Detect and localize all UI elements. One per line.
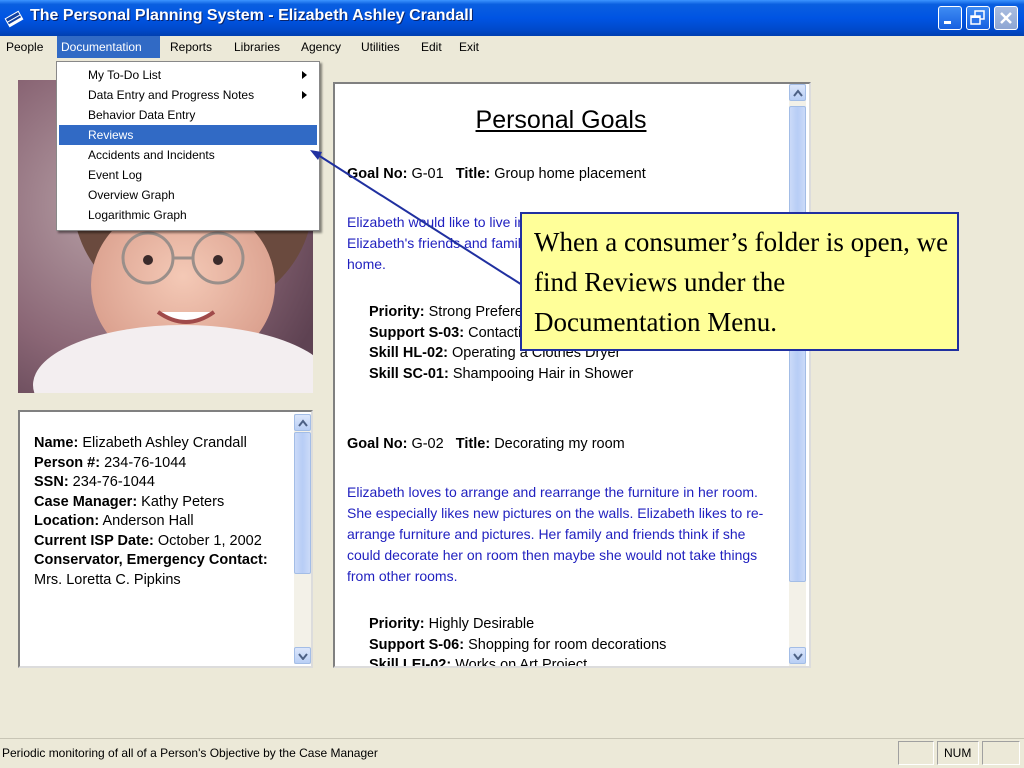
menu-item-reviews[interactable]: Reviews [59,125,317,145]
scroll-up-button[interactable] [294,414,311,431]
menu-exit[interactable]: Exit [455,36,483,58]
menu-item-label: My To-Do List [88,68,162,82]
goal-1-number: G-01 [411,166,444,182]
menu-item-logarithmic-graph[interactable]: Logarithmic Graph [59,205,317,225]
goal-2-support-label: Support S-06: [369,636,465,653]
goal-1-skill-1-label: Skill HL-02: [369,345,448,361]
callout-text: When a consumer’s folder is open, we fin… [534,227,949,337]
isp-date-label: Current ISP Date: [34,532,154,549]
goals-heading: Personal Goals [475,106,647,134]
goal-1-support-label: Support S-03: [369,324,465,341]
submenu-arrow-icon [302,71,307,79]
menu-item-my-todo-list[interactable]: My To-Do List [59,65,317,85]
menu-item-label: Event Log [88,168,143,182]
scroll-up-button[interactable] [789,84,806,101]
conservator-value: Mrs. Loretta C. Pipkins [34,571,181,588]
priority-label: Priority: [369,616,425,632]
menu-item-label: Behavior Data Entry [88,108,196,122]
arrow-down-icon [298,653,308,660]
menu-item-behavior-data-entry[interactable]: Behavior Data Entry [59,105,317,125]
restore-button[interactable] [966,6,990,30]
menu-item-label: Accidents and Incidents [88,148,215,162]
menu-item-data-entry[interactable]: Data Entry and Progress Notes [59,85,317,105]
menu-documentation[interactable]: Documentation [57,36,160,58]
conservator-label: Conservator, Emergency Contact: [34,552,268,568]
arrow-down-icon [793,653,803,660]
arrow-up-icon [793,89,803,97]
scroll-thumb[interactable] [294,432,311,574]
menu-libraries[interactable]: Libraries [230,36,284,58]
goal-2-title: Decorating my room [494,436,625,452]
goal-2-description: Elizabeth loves to arrange and rearrange… [347,484,764,584]
menu-item-event-log[interactable]: Event Log [59,165,317,185]
menu-item-label: Reviews [88,128,134,142]
menu-item-label: Data Entry and Progress Notes [88,88,255,102]
status-cell-num: NUM [937,741,979,765]
menu-item-accidents[interactable]: Accidents and Incidents [59,145,317,165]
person-info-panel: Name: Elizabeth Ashley Crandall Person #… [18,410,313,668]
menu-edit[interactable]: Edit [417,36,446,58]
status-cell-scroll [982,741,1020,765]
isp-date-value: October 1, 2002 [153,532,262,549]
title-label: Title: [455,166,491,182]
name-label: Name: [34,435,79,451]
person-info-text: Name: Elizabeth Ashley Crandall Person #… [34,434,274,590]
scroll-down-button[interactable] [789,647,806,664]
goals-heading-wrap: Personal Goals [335,106,787,135]
annotation-callout: When a consumer’s folder is open, we fin… [520,212,959,351]
goal-2-skill-1-label: Skill LEI-02: [369,657,452,668]
menu-people[interactable]: People [2,36,47,58]
goal-1-skill-2: Shampooing Hair in Shower [452,365,634,382]
minimize-button[interactable] [938,6,962,30]
window-title: The Personal Planning System - Elizabeth… [30,7,474,24]
status-text: Periodic monitoring of all of a Person's… [2,746,378,760]
title-bar[interactable]: The Personal Planning System - Elizabeth… [0,0,1024,36]
status-cell-caps [898,741,934,765]
close-icon [1000,12,1012,24]
minimize-icon [944,21,951,24]
person-number-label: Person #: [34,454,101,471]
case-manager-value: Kathy Peters [137,493,225,510]
menu-agency[interactable]: Agency [297,36,345,58]
goal-2-priority: Highly Desirable [428,616,535,632]
priority-label: Priority: [369,304,425,320]
menu-bar: People Documentation Reports Libraries A… [0,36,1024,58]
ssn-label: SSN: [34,474,69,490]
app-icon [4,10,24,28]
arrow-up-icon [298,419,308,427]
title-label: Title: [455,436,491,452]
personal-goals-panel: Personal Goals Goal No: G-01 Title: Grou… [333,82,811,668]
goal-no-label: Goal No: [347,436,408,452]
menu-utilities[interactable]: Utilities [357,36,404,58]
goal-2-number: G-02 [411,436,444,452]
status-bar: Periodic monitoring of all of a Person's… [0,738,1024,768]
submenu-arrow-icon [302,91,307,99]
goals-scrollbar[interactable] [789,84,806,666]
info-scrollbar[interactable] [294,414,311,664]
goal-no-label: Goal No: [347,166,408,182]
restore-icon [970,10,985,25]
close-button[interactable] [994,6,1018,30]
goal-2-details: Priority: Highly Desirable Support S-06:… [369,614,667,668]
ssn-value: 234-76-1044 [68,474,155,490]
goal-1-skill-2-label: Skill SC-01: [369,365,449,382]
goal-2-skill-1: Works on Art Project [455,657,588,668]
menu-item-label: Overview Graph [88,188,175,202]
scroll-down-button[interactable] [294,647,311,664]
person-number-value: 234-76-1044 [100,454,187,471]
location-value: Anderson Hall [99,513,194,529]
menu-item-overview-graph[interactable]: Overview Graph [59,185,317,205]
menu-reports[interactable]: Reports [166,36,216,58]
goal-2-support: Shopping for room decorations [468,636,667,653]
location-label: Location: [34,513,100,529]
name-value: Elizabeth Ashley Crandall [78,435,247,451]
goal-1-header: Goal No: G-01 Title: Group home placemen… [347,166,646,182]
goal-1-title: Group home placement [494,166,646,182]
documentation-dropdown: My To-Do List Data Entry and Progress No… [56,61,320,231]
case-manager-label: Case Manager: [34,493,138,510]
menu-item-label: Logarithmic Graph [88,208,187,222]
goal-2-header: Goal No: G-02 Title: Decorating my room [347,436,625,452]
